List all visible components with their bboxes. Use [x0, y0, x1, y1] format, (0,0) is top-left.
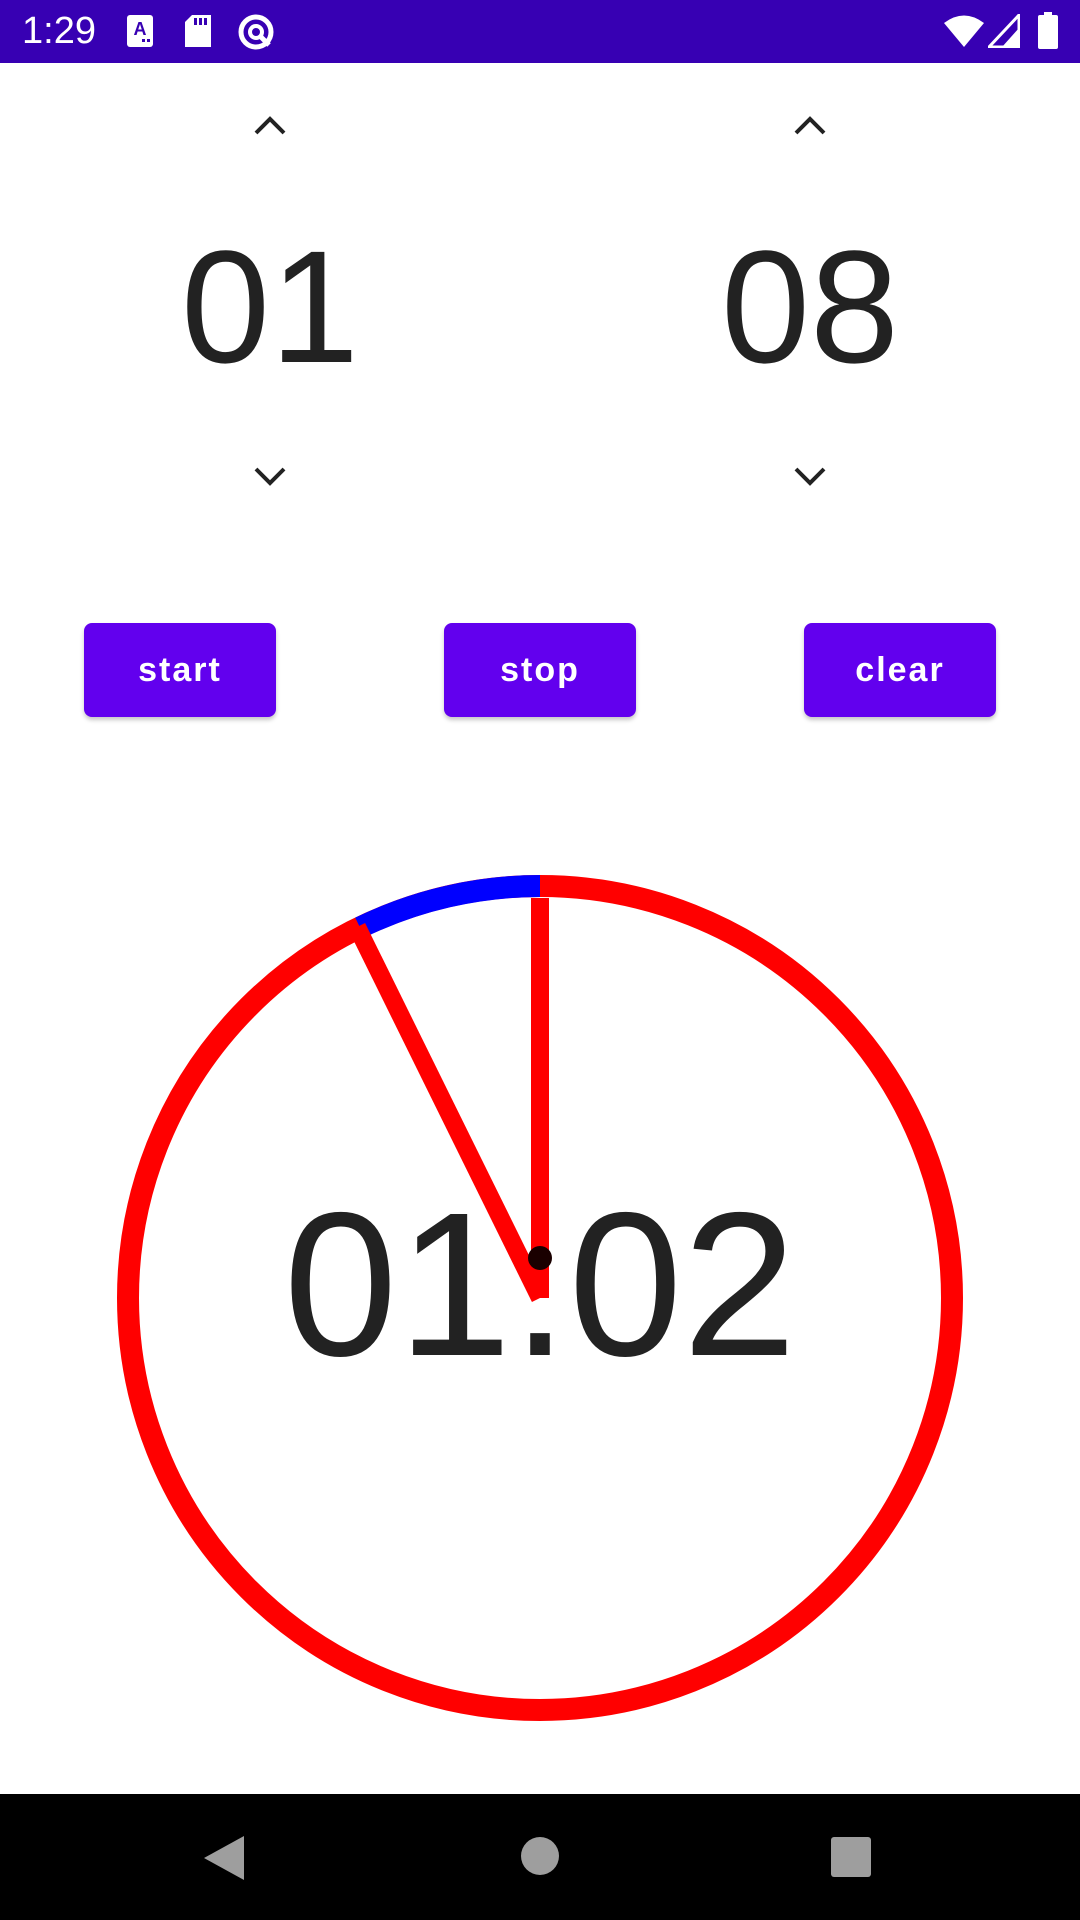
sd-card-icon	[184, 14, 212, 53]
minutes-increment-button[interactable]	[240, 100, 300, 150]
stop-button[interactable]: stop	[444, 623, 636, 717]
circle-q-icon	[236, 12, 276, 57]
home-icon[interactable]	[520, 1836, 560, 1881]
status-bar: 1:29 A	[0, 0, 1080, 63]
seconds-value[interactable]: 08	[650, 227, 970, 387]
chevron-down-icon	[254, 467, 286, 486]
seconds-decrement-button[interactable]	[780, 452, 840, 502]
timer-display: 01.02	[283, 1170, 797, 1399]
font-a-icon: A	[126, 14, 154, 53]
minutes-decrement-button[interactable]	[240, 452, 300, 502]
navigation-bar	[0, 1794, 1080, 1920]
chevron-up-icon	[254, 116, 286, 135]
seconds-increment-button[interactable]	[780, 100, 840, 150]
start-button[interactable]: start	[84, 623, 276, 717]
svg-text:A: A	[134, 19, 147, 39]
back-icon[interactable]	[200, 1832, 248, 1889]
center-dot	[528, 1246, 552, 1270]
recents-icon[interactable]	[830, 1836, 872, 1883]
chevron-down-icon	[794, 467, 826, 486]
wifi-icon	[944, 14, 984, 53]
chevron-up-icon	[794, 116, 826, 135]
minutes-value[interactable]: 01	[110, 227, 430, 387]
battery-icon	[1037, 12, 1059, 55]
elapsed-arc	[355, 875, 541, 938]
clear-button[interactable]: clear	[804, 623, 996, 717]
status-time: 1:29	[22, 10, 96, 52]
cellular-signal-icon	[985, 11, 1021, 53]
